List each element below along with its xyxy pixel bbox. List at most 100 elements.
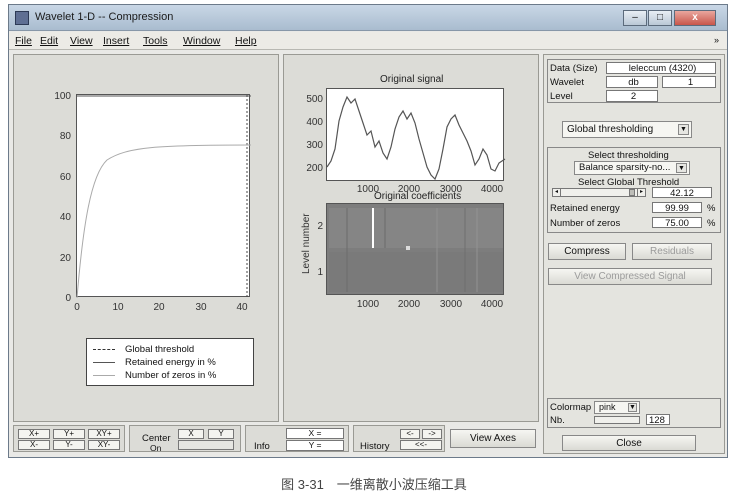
y-tick-label: 1 (317, 267, 323, 278)
zoom-y-plus-button[interactable]: Y+ (53, 429, 85, 439)
wavelet-compression-window: Wavelet 1-D -- Compression – □ x File Ed… (8, 4, 728, 458)
zoom-x-minus-button[interactable]: X- (18, 440, 50, 450)
thresholding-method-select[interactable]: Global thresholding ▼ (562, 121, 692, 138)
coefficients-axes[interactable]: 2 1 1000 2000 3000 4000 Level number (301, 203, 504, 310)
menu-tools[interactable]: Tools (143, 35, 168, 47)
x-tick-label: 1000 (357, 299, 380, 310)
zeros-unit: % (707, 218, 716, 229)
title-bar: Wavelet 1-D -- Compression – □ x (9, 5, 727, 31)
data-info-frame: Data (Size) leleccum (4320) Wavelet db 1… (547, 59, 721, 103)
info-group: Info X = Y = (245, 425, 349, 452)
colormap-nb-slider[interactable] (594, 416, 640, 424)
y-tick-label: 400 (306, 117, 323, 128)
number-of-zeros-value[interactable]: 75.00 (652, 217, 702, 228)
slider-thumb[interactable] (629, 189, 635, 196)
history-forward-button[interactable]: -> (422, 429, 442, 439)
wavelet-order-value: 1 (662, 76, 716, 88)
number-of-zeros-label: Number of zeros (550, 218, 621, 229)
menu-overflow-icon[interactable]: » (714, 35, 719, 45)
level-label: Level (550, 91, 573, 102)
threshold-value-field[interactable]: 42.12 (652, 187, 712, 198)
colormap-frame: Colormap pink ▼ Nb. 128 (547, 398, 721, 428)
minimize-button[interactable]: – (623, 10, 647, 26)
center-x-button[interactable]: X (178, 429, 204, 439)
history-label: History (360, 441, 390, 452)
x-tick-label: 10 (112, 302, 124, 313)
threshold-curves-axes[interactable]: 100 80 60 40 20 0 0 10 20 30 40 (54, 91, 252, 313)
y-tick-label: 80 (60, 131, 72, 142)
original-signal-title: Original signal (380, 74, 444, 85)
colormap-label: Colormap (550, 402, 592, 413)
threshold-settings-frame: Select thresholding Balance sparsity-no.… (547, 147, 721, 233)
center-group: Center X Y On (129, 425, 241, 453)
menu-window[interactable]: Window (183, 35, 220, 47)
center-on-label: On (150, 443, 162, 453)
y-tick-label: 0 (65, 293, 71, 304)
select-thresholding-label: Select thresholding (588, 150, 669, 161)
center-y-button[interactable]: Y (208, 429, 234, 439)
y-tick-label: 40 (60, 212, 72, 223)
threshold-curves-svg: 100 80 60 40 20 0 0 10 20 30 40 (54, 91, 252, 313)
zoom-y-minus-button[interactable]: Y- (53, 440, 85, 450)
matlab-figure-icon (15, 11, 29, 25)
x-tick-label: 30 (195, 302, 207, 313)
menu-insert[interactable]: Insert (103, 35, 129, 47)
data-size-label: Data (Size) (550, 63, 598, 74)
y-axis-label: Level number (301, 213, 312, 274)
arrow-left-icon[interactable]: ◂ (553, 189, 561, 196)
menu-edit[interactable]: Edit (40, 35, 58, 47)
zoom-x-plus-button[interactable]: X+ (18, 429, 50, 439)
colormap-select[interactable]: pink ▼ (594, 401, 640, 414)
residuals-button[interactable]: Residuals (632, 243, 712, 260)
zoom-xy-minus-button[interactable]: XY- (88, 440, 120, 450)
close-window-button[interactable]: x (674, 10, 716, 26)
close-button[interactable]: Close (562, 435, 696, 451)
menu-help[interactable]: Help (235, 35, 257, 47)
zoom-buttons-group: X+ Y+ XY+ X- Y- XY- (13, 425, 125, 452)
y-tick-label: 2 (317, 221, 323, 232)
y-tick-label: 500 (306, 94, 323, 105)
y-tick-label: 300 (306, 140, 323, 151)
number-of-zeros-curve (76, 144, 252, 299)
chevron-down-icon: ▼ (628, 403, 637, 412)
thresholding-rule-select[interactable]: Balance sparsity-no... ▼ (574, 161, 690, 175)
retained-energy-value[interactable]: 99.99 (652, 202, 702, 213)
original-signal-line (326, 95, 506, 181)
wavelet-label: Wavelet (550, 77, 584, 88)
maximize-button[interactable]: □ (648, 10, 672, 26)
wavelet-family-value: db (606, 76, 658, 88)
arrow-right-icon[interactable]: ▸ (637, 189, 645, 196)
x-tick-label: 3000 (440, 299, 463, 310)
center-on-toggle[interactable] (178, 440, 234, 450)
threshold-slider[interactable]: ◂ ▸ (552, 188, 646, 197)
colormap-nb-value[interactable]: 128 (646, 414, 670, 425)
coefficients-svg: 2 1 1000 2000 3000 4000 Level number (301, 208, 504, 310)
menu-file[interactable]: File (15, 35, 32, 47)
chevron-down-icon: ▼ (676, 163, 687, 173)
figure-caption: 图 3-31 一维离散小波压缩工具 (281, 477, 467, 492)
menu-bar: File Edit View Insert Tools Window Help … (9, 32, 727, 50)
x-tick-label: 4000 (481, 299, 504, 310)
history-back-button[interactable]: <- (400, 429, 420, 439)
plot-legend: Global threshold Retained energy in % Nu… (86, 338, 254, 386)
info-label: Info (254, 441, 270, 452)
compress-button[interactable]: Compress (548, 243, 626, 260)
history-first-button[interactable]: <<- (400, 440, 442, 450)
original-signal-axes[interactable]: 500 400 300 200 1000 2000 3000 4000 (306, 88, 506, 195)
legend-item-retained-energy: Retained energy in % (93, 356, 247, 369)
menu-view[interactable]: View (70, 35, 93, 47)
energy-unit: % (707, 203, 716, 214)
retained-energy-label: Retained energy (550, 203, 620, 214)
level-value: 2 (606, 90, 658, 102)
history-group: History <- -> <<- (353, 425, 445, 452)
view-axes-button[interactable]: View Axes (450, 429, 536, 448)
y-tick-label: 100 (54, 91, 71, 102)
coefficients-title: Original coefficients (374, 191, 462, 202)
view-compressed-signal-button[interactable]: View Compressed Signal (548, 268, 712, 285)
compression-controls-panel: Data (Size) leleccum (4320) Wavelet db 1… (543, 54, 725, 454)
y-tick-label: 200 (306, 163, 323, 174)
zoom-xy-plus-button[interactable]: XY+ (88, 429, 120, 439)
info-y-field: Y = (286, 440, 344, 451)
x-tick-label: 4000 (481, 184, 504, 195)
threshold-curves-panel: 100 80 60 40 20 0 0 10 20 30 40 Global t… (13, 54, 279, 422)
